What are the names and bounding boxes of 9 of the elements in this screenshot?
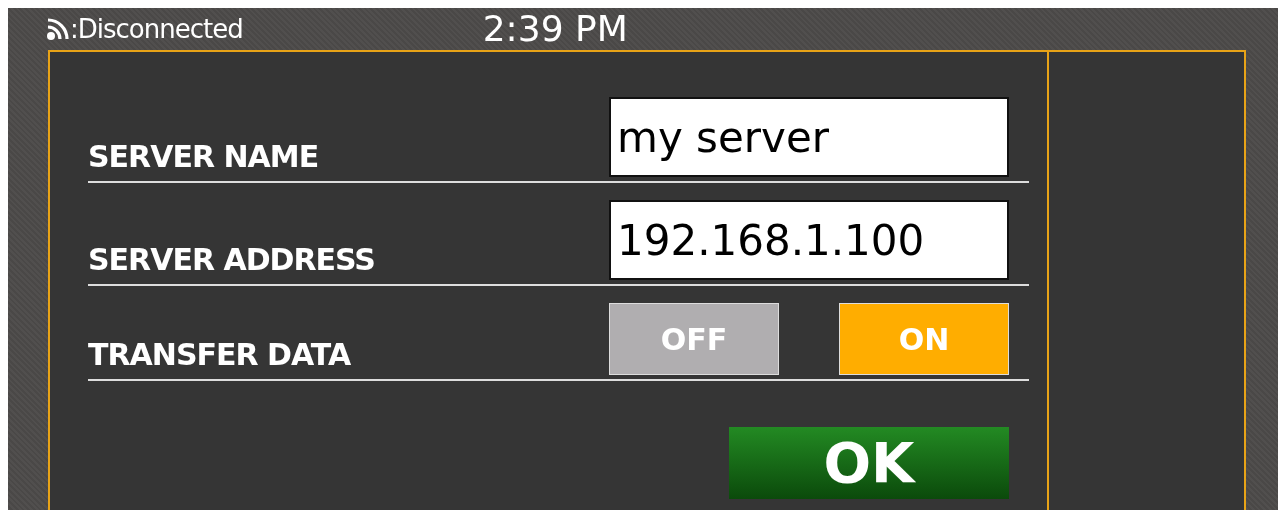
ok-button[interactable]: OK — [729, 427, 1009, 499]
field-label: TRANSFER DATA — [88, 336, 351, 374]
field-label: SERVER ADDRESS — [88, 241, 375, 279]
input-field[interactable]: my server — [609, 97, 1009, 177]
connection-status: :Disconnected — [70, 12, 243, 46]
feed-icon — [46, 17, 70, 41]
input-field[interactable]: 192.168.1.100 — [609, 200, 1009, 280]
field-label: SERVER NAME — [88, 138, 319, 176]
clock-time: 2:39 PM — [482, 11, 628, 47]
